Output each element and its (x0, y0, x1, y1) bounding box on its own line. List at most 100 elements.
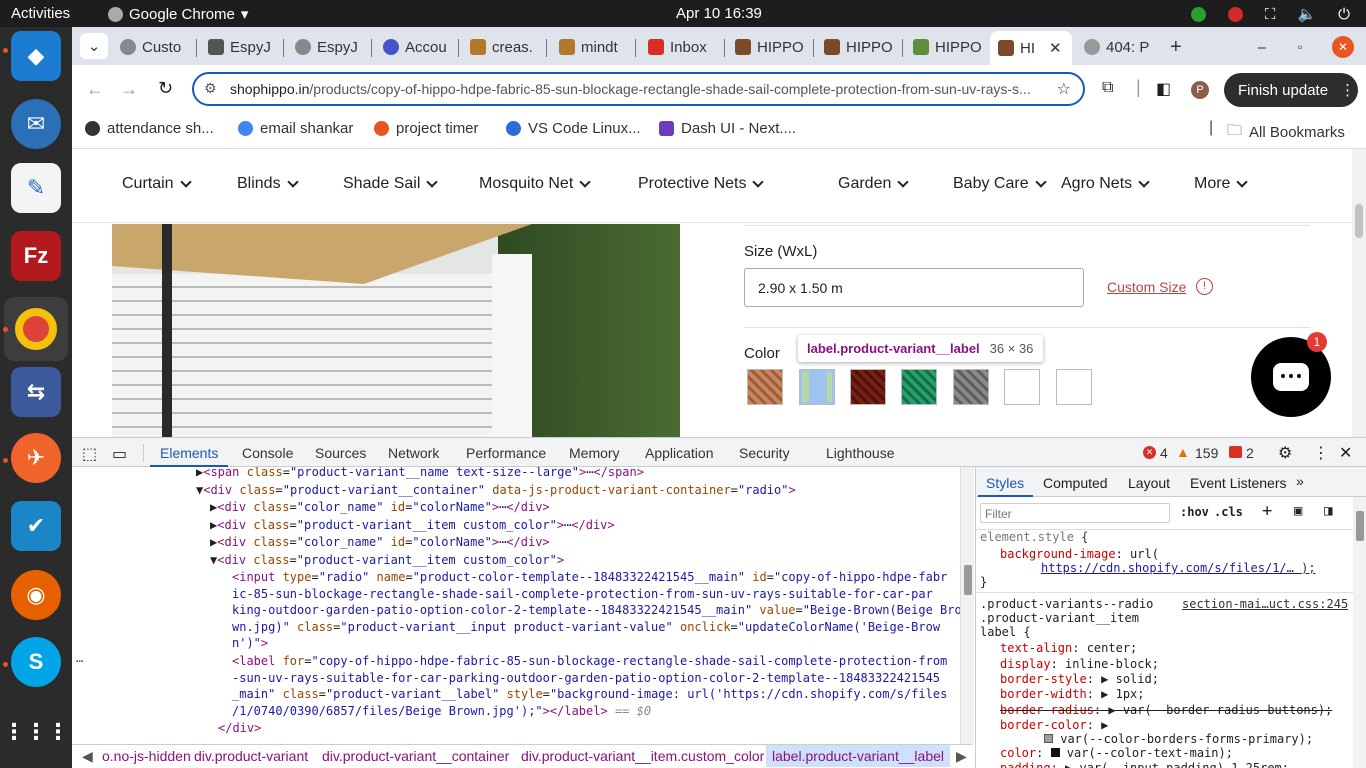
update-check-icon[interactable] (1190, 6, 1206, 22)
nav-item[interactable]: Shade Sail (343, 175, 439, 193)
nav-item[interactable]: Garden (838, 175, 910, 193)
tab[interactable]: Custo (120, 33, 194, 61)
nav-item[interactable]: Agro Nets (1061, 175, 1150, 193)
skype-icon[interactable]: S (11, 637, 61, 687)
clock[interactable]: Apr 10 16:39 (676, 5, 762, 22)
all-bookmarks[interactable]: 🗀 All Bookmarks (1227, 120, 1345, 145)
devtools-tab-lighthouse[interactable]: Lighthouse (826, 445, 895, 461)
devtools-tab-memory[interactable]: Memory (569, 445, 620, 461)
maximize-icon[interactable]: ▫ (1298, 33, 1302, 61)
forward-icon[interactable]: → (120, 79, 138, 100)
side-panel-icon[interactable]: ◧ (1156, 79, 1171, 99)
style-url-link[interactable]: https://cdn.shopify.com/s/files/1/… ); (1041, 561, 1316, 575)
style-declaration[interactable]: text-align: center; (1000, 641, 1137, 655)
sidebar-toggle-icon[interactable]: ◨ (1324, 503, 1332, 519)
page-scrollbar[interactable] (1352, 149, 1366, 437)
new-tab-plus-icon[interactable]: + (1170, 33, 1182, 61)
new-rule-plus-icon[interactable]: + (1262, 501, 1272, 521)
nav-item[interactable]: Baby Care (953, 175, 1047, 193)
address-bar[interactable]: ⚙ shophippo.in/products/copy-of-hippo-hd… (192, 72, 1085, 106)
thunderbird-icon[interactable]: ✉ (11, 99, 61, 149)
style-declaration[interactable]: color: var(--color-text-main); (1000, 746, 1233, 760)
tab-computed[interactable]: Computed (1043, 475, 1108, 491)
app-menu[interactable]: Google Chrome ▾ (108, 5, 248, 23)
remote-desktop-icon[interactable]: ⇆ (11, 367, 61, 417)
bookmark-item[interactable]: attendance sh... (85, 120, 214, 137)
crumbs-right-icon[interactable]: ▶ (956, 748, 967, 765)
nav-item[interactable]: Blinds (237, 175, 299, 193)
dom-node[interactable]: ▶<div class="color_name" id="colorName">… (210, 499, 550, 516)
color-swatch[interactable] (850, 369, 886, 405)
firefox-icon[interactable]: ◉ (11, 570, 61, 620)
color-swatch[interactable] (1056, 369, 1092, 405)
tab-event-listeners[interactable]: Event Listeners (1190, 475, 1287, 491)
dom-node-label-selected[interactable]: <label for="copy-of-hippo-hdpe-fabric-85… (232, 653, 947, 719)
tab-search-button[interactable]: ⌄ (80, 33, 108, 59)
cls-toggle[interactable]: .cls (1214, 505, 1243, 519)
dom-node[interactable]: ▶<span class="product-variant__name text… (196, 467, 644, 481)
tab[interactable]: EspyJ (295, 33, 363, 61)
style-declaration[interactable]: background-image: url( (1000, 547, 1159, 561)
dom-node[interactable]: </div> (218, 720, 261, 737)
color-swatch[interactable] (747, 369, 783, 405)
style-rule-element[interactable]: element.style { (980, 530, 1088, 544)
tab[interactable]: Accou (383, 33, 451, 61)
paint-brush-icon[interactable]: ▣ (1294, 503, 1302, 519)
dom-node[interactable]: ▼<div class="product-variant__container"… (196, 482, 796, 499)
elements-tree[interactable]: ▶<span class="product-variant__name text… (72, 467, 960, 744)
breadcrumb-item[interactable]: div.product-variant__item.custom_color (521, 748, 764, 764)
activities-button[interactable]: Activities (11, 5, 70, 22)
info-icon[interactable]: ! (1196, 278, 1213, 295)
volume-icon[interactable]: 🔈 (1297, 5, 1316, 23)
dom-node[interactable]: ▶<div class="product-variant__item custo… (210, 517, 615, 534)
devtools-tab-network[interactable]: Network (388, 445, 439, 461)
style-source-link[interactable]: section-mai…uct.css:245 (1182, 597, 1348, 611)
back-icon[interactable]: ← (86, 79, 104, 100)
tab[interactable]: EspyJ (208, 33, 276, 61)
color-swatch[interactable] (901, 369, 937, 405)
devtools-tab-performance[interactable]: Performance (466, 445, 546, 461)
devtools-tab-application[interactable]: Application (645, 445, 714, 461)
style-declaration[interactable]: border-width: ▶ 1px; (1000, 687, 1145, 701)
tab[interactable]: HIPPO (824, 33, 892, 61)
devtools-tab-security[interactable]: Security (739, 445, 790, 461)
close-tab-icon[interactable]: ✕ (1049, 39, 1062, 57)
extensions-icon[interactable]: ⧉ (1102, 79, 1113, 97)
device-toolbar-icon[interactable]: ▭ (112, 444, 127, 464)
crumbs-left-icon[interactable]: ◀ (82, 748, 93, 765)
network-icon[interactable]: ⛶ (1265, 6, 1276, 23)
filezilla-icon[interactable]: Fz (11, 231, 61, 281)
postman-icon[interactable]: ✈ (11, 433, 61, 483)
bookmark-item[interactable]: Dash UI - Next.... (659, 120, 796, 137)
breadcrumb-item[interactable]: div.product-variant__container (322, 748, 509, 764)
style-declaration[interactable]: padding: ▶ var(--input-padding) 1.25rem; (1000, 761, 1289, 768)
color-swatch-inspected[interactable] (799, 369, 835, 405)
dom-node-input[interactable]: <input type="radio" name="product-color-… (232, 569, 960, 652)
nav-item[interactable]: Curtain (122, 175, 192, 193)
system-tray[interactable]: ⛶ 🔈 ⏻ (1190, 5, 1350, 23)
nav-item[interactable]: Mosquito Net (479, 175, 591, 193)
styles-scrollbar[interactable] (1353, 497, 1366, 768)
style-value[interactable]: var(--color-borders-forms-primary); (1044, 732, 1313, 746)
styles-filter-input[interactable]: Filter (980, 503, 1170, 523)
chrome-dock-icon[interactable] (4, 297, 68, 361)
reload-icon[interactable]: ↻ (158, 78, 173, 99)
tab-active[interactable]: HI ✕ (990, 31, 1072, 65)
elements-scrollbar[interactable] (960, 467, 974, 744)
issues-count[interactable]: 2 (1246, 445, 1254, 461)
color-swatch[interactable] (1004, 369, 1040, 405)
devtools-tab-sources[interactable]: Sources (315, 445, 366, 461)
do-not-disturb-icon[interactable] (1227, 6, 1243, 22)
tab[interactable]: 404: P (1084, 33, 1164, 61)
more-tabs-icon[interactable]: » (1296, 473, 1304, 489)
style-declaration[interactable]: border-style: ▶ solid; (1000, 672, 1159, 686)
color-swatch[interactable] (953, 369, 989, 405)
inspect-element-icon[interactable]: ⬚ (82, 444, 97, 464)
minimize-icon[interactable]: – (1258, 33, 1266, 61)
nav-item[interactable]: Protective Nets (638, 175, 765, 193)
tab-styles[interactable]: Styles (986, 475, 1024, 491)
close-devtools-icon[interactable]: ✕ (1339, 443, 1352, 463)
finish-update-button[interactable]: Finish update ⋮ (1224, 73, 1358, 107)
bookmark-star-icon[interactable]: ☆ (1050, 79, 1071, 99)
bookmark-item[interactable]: project timer (374, 120, 479, 137)
